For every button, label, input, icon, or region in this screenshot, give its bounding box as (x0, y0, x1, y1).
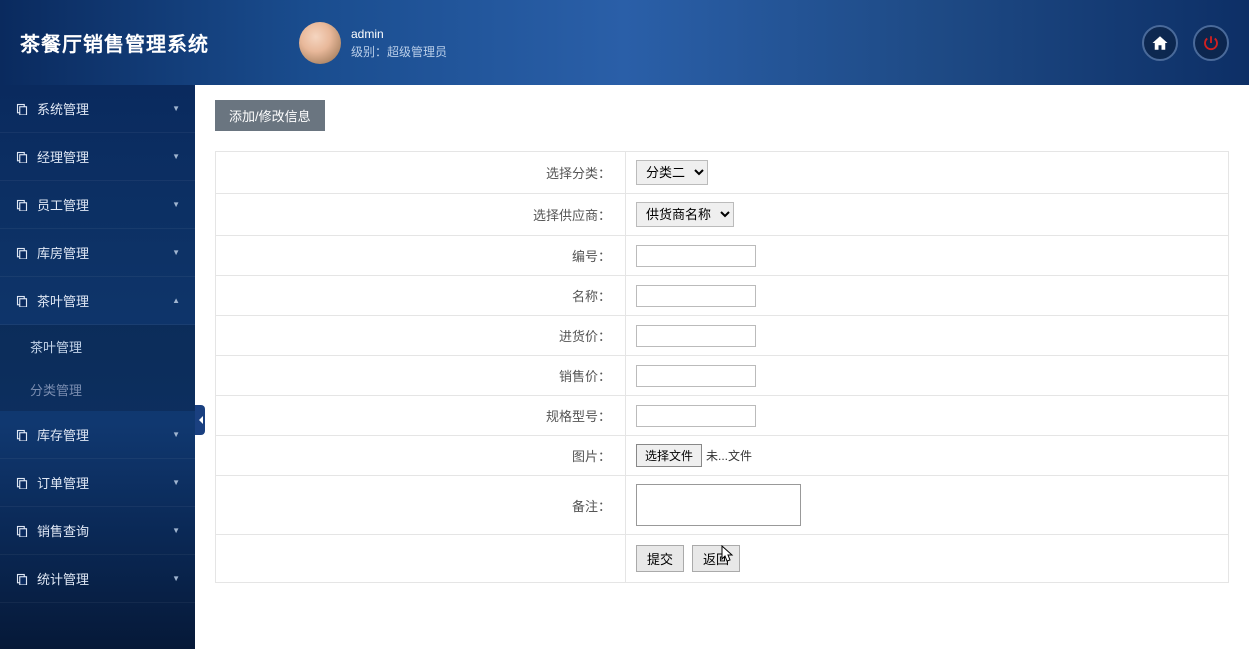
code-input[interactable] (636, 245, 756, 267)
supplier-select[interactable]: 供货商名称 (636, 202, 734, 227)
home-button[interactable] (1142, 25, 1178, 61)
file-choose-button[interactable]: 选择文件 (636, 444, 702, 467)
chevron-down-icon: ▼ (172, 526, 180, 535)
username: admin (351, 25, 447, 43)
app-logo: 茶餐厅销售管理系统 (20, 28, 209, 57)
submenu-item-category[interactable]: 分类管理 (0, 368, 195, 411)
sale-price-input[interactable] (636, 365, 756, 387)
submenu-item-tea-manage[interactable]: 茶叶管理 (0, 325, 195, 368)
home-icon (1151, 34, 1169, 52)
chevron-down-icon: ▼ (172, 430, 180, 439)
file-status-text: 未...文件 (706, 447, 752, 464)
copy-icon (15, 524, 29, 538)
copy-icon (15, 198, 29, 212)
sidebar-item-manager[interactable]: 经理管理 ▼ (0, 133, 195, 181)
chevron-up-icon: ▲ (172, 296, 180, 305)
purchase-price-input[interactable] (636, 325, 756, 347)
copy-icon (15, 476, 29, 490)
sidebar-item-tea[interactable]: 茶叶管理 ▲ (0, 277, 195, 325)
sidebar-item-employee[interactable]: 员工管理 ▼ (0, 181, 195, 229)
user-info: admin 级别：超级管理员 (299, 22, 447, 64)
supplier-label: 选择供应商： (216, 194, 626, 235)
name-input[interactable] (636, 285, 756, 307)
copy-icon (15, 294, 29, 308)
copy-icon (15, 102, 29, 116)
main-content: 添加/修改信息 选择分类： 分类二 选择供应商： 供货商名称 (195, 85, 1249, 649)
copy-icon (15, 572, 29, 586)
copy-icon (15, 428, 29, 442)
sidebar-item-warehouse[interactable]: 库房管理 ▼ (0, 229, 195, 277)
code-label: 编号： (216, 236, 626, 275)
role-label: 级别： (351, 45, 387, 59)
spec-label: 规格型号： (216, 396, 626, 435)
power-button[interactable] (1193, 25, 1229, 61)
chevron-down-icon: ▼ (172, 478, 180, 487)
chevron-down-icon: ▼ (172, 104, 180, 113)
image-label: 图片： (216, 436, 626, 475)
submenu-tea: 茶叶管理 分类管理 (0, 325, 195, 411)
avatar[interactable] (299, 22, 341, 64)
submit-button[interactable]: 提交 (636, 545, 684, 572)
app-header: 茶餐厅销售管理系统 admin 级别：超级管理员 (0, 0, 1249, 85)
chevron-down-icon: ▼ (172, 152, 180, 161)
chevron-down-icon: ▼ (172, 574, 180, 583)
sidebar-item-order[interactable]: 订单管理 ▼ (0, 459, 195, 507)
copy-icon (15, 150, 29, 164)
copy-icon (15, 246, 29, 260)
remark-label: 备注： (216, 476, 626, 534)
purchase-price-label: 进货价： (216, 316, 626, 355)
chevron-down-icon: ▼ (172, 200, 180, 209)
sidebar-item-sales-query[interactable]: 销售查询 ▼ (0, 507, 195, 555)
sidebar-toggle[interactable] (195, 405, 205, 435)
name-label: 名称： (216, 276, 626, 315)
section-title: 添加/修改信息 (215, 100, 325, 131)
chevron-down-icon: ▼ (172, 248, 180, 257)
sidebar-item-inventory[interactable]: 库存管理 ▼ (0, 411, 195, 459)
sale-price-label: 销售价： (216, 356, 626, 395)
sidebar-item-stats[interactable]: 统计管理 ▼ (0, 555, 195, 603)
category-label: 选择分类： (216, 152, 626, 193)
form-table: 选择分类： 分类二 选择供应商： 供货商名称 编号： (215, 151, 1229, 583)
back-button[interactable]: 返回 (692, 545, 740, 572)
spec-input[interactable] (636, 405, 756, 427)
category-select[interactable]: 分类二 (636, 160, 708, 185)
remark-textarea[interactable] (636, 484, 801, 526)
role-value: 超级管理员 (387, 45, 447, 59)
sidebar-item-system[interactable]: 系统管理 ▼ (0, 85, 195, 133)
power-icon (1202, 34, 1220, 52)
sidebar: 系统管理 ▼ 经理管理 ▼ 员工管理 ▼ 库房管理 ▼ 茶叶管理 ▲ 茶叶管理 … (0, 85, 195, 649)
